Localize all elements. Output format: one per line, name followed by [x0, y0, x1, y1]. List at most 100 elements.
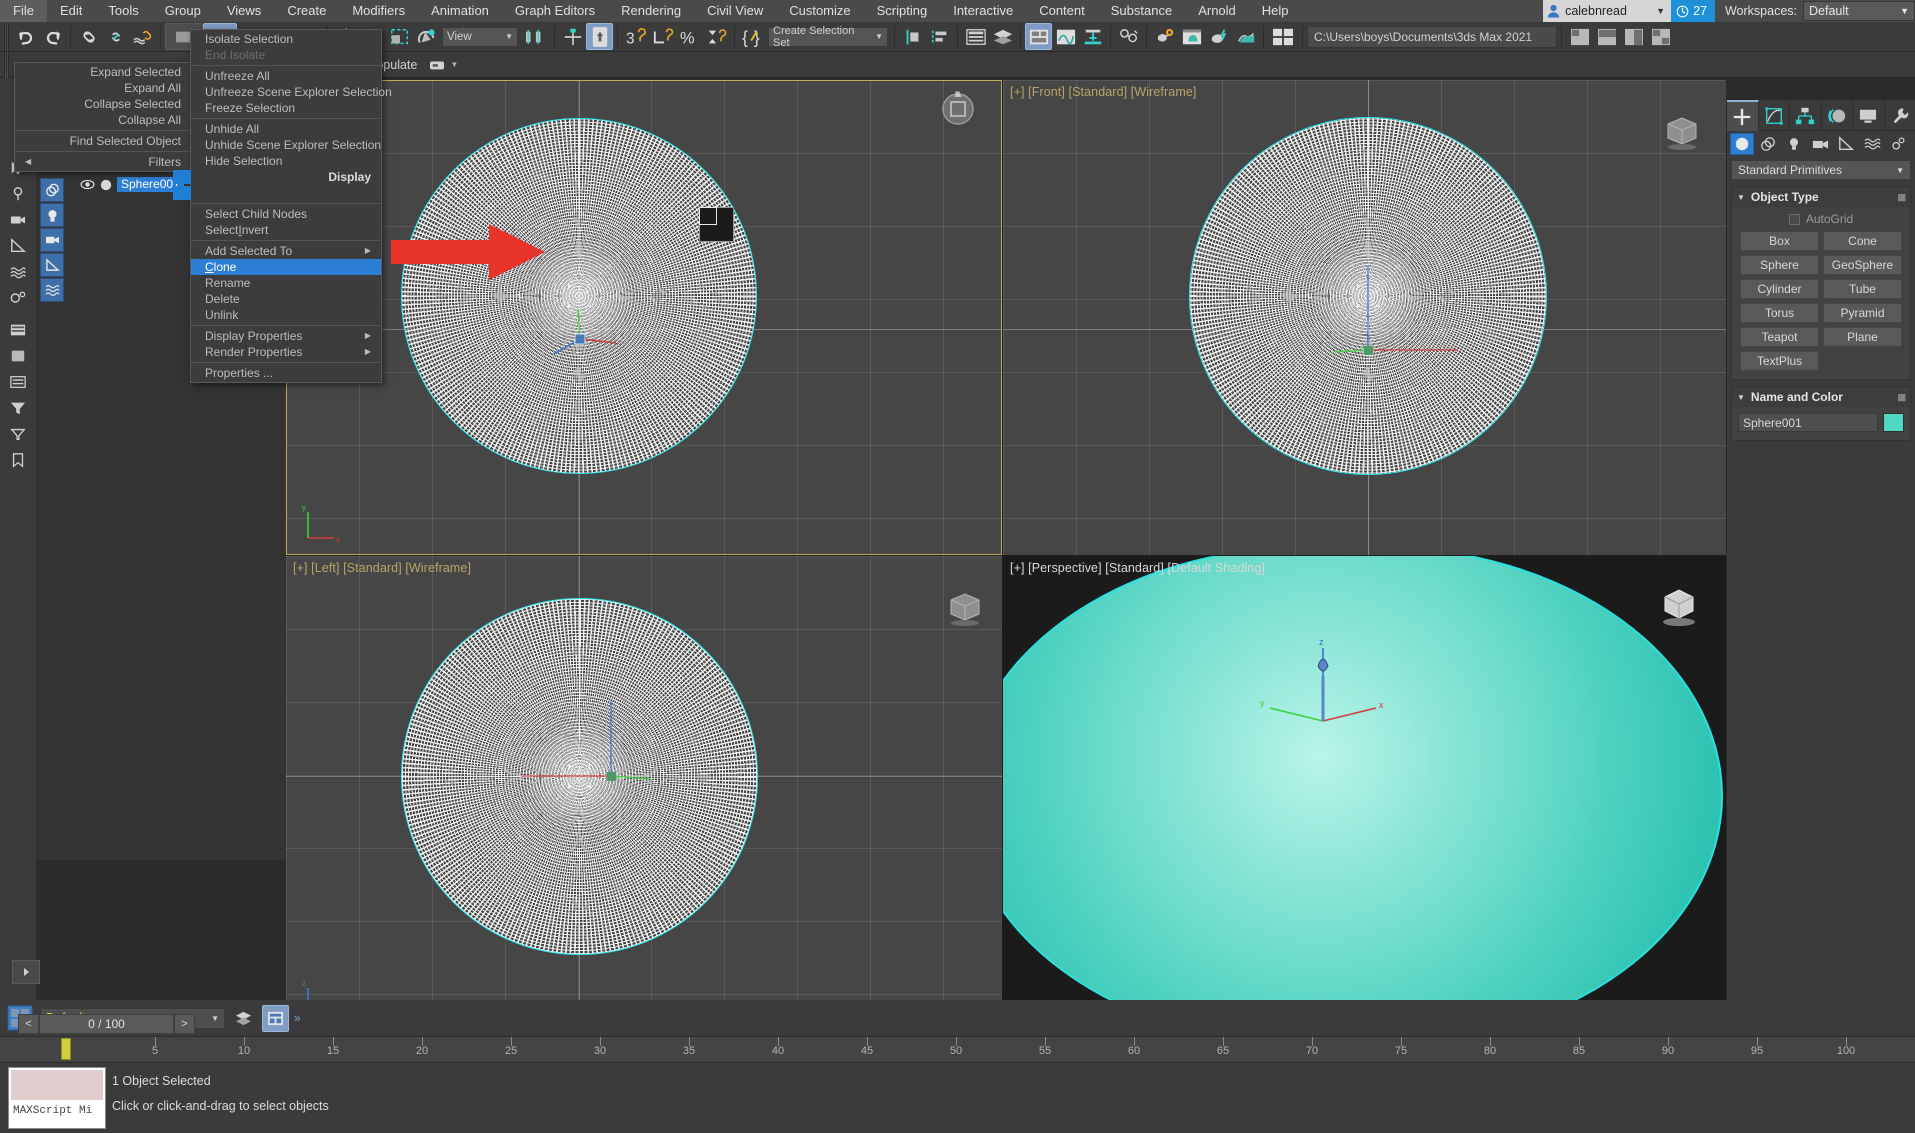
mirror-icon[interactable]	[899, 23, 926, 50]
create-sphere-button[interactable]: Sphere	[1740, 255, 1819, 275]
render-production-icon[interactable]	[1205, 23, 1232, 50]
render-activeshade-icon[interactable]	[1268, 23, 1298, 50]
transform-gizmo-perspective[interactable]: z x y	[1248, 636, 1398, 746]
camera-filter-icon[interactable]	[40, 228, 64, 252]
expand-more-icon[interactable]: »	[294, 1011, 301, 1025]
cameras-category-icon[interactable]	[1808, 133, 1832, 155]
funnel-filter-icon[interactable]	[4, 396, 32, 420]
subcategory-select[interactable]: Standard Primitives ▼	[1731, 160, 1911, 180]
menu-item-find-selected-object[interactable]: Find Selected Object	[15, 133, 193, 149]
viewport-label-front[interactable]: [+] [Front] [Standard] [Wireframe]	[1010, 85, 1196, 99]
menu-item-delete[interactable]: Delete	[191, 291, 381, 307]
menu-item-isolate-selection[interactable]: Isolate Selection	[191, 31, 381, 47]
render-iterative-icon[interactable]	[1232, 23, 1259, 50]
menu-item-select-child-nodes[interactable]: Select Child Nodes	[191, 206, 381, 222]
object-type-rollout-header[interactable]: ▼ Object Type ▦	[1732, 187, 1910, 207]
display-panel-icon[interactable]	[4, 318, 32, 342]
object-name-input[interactable]: Sphere001	[1738, 413, 1878, 432]
utilities-tab[interactable]	[1885, 100, 1915, 131]
bookmark-icon[interactable]	[4, 448, 32, 472]
maxscript-output-pane[interactable]	[11, 1070, 103, 1100]
view-cube-left[interactable]	[941, 586, 985, 630]
shapes-category-icon[interactable]	[1756, 133, 1780, 155]
menu-item-unhide-scene-explorer-selection[interactable]: Unhide Scene Explorer Selection	[191, 137, 381, 153]
chevron-down-icon[interactable]: ▼	[1737, 193, 1745, 202]
menu-item-add-selected-to[interactable]: Add Selected To ▶	[191, 243, 381, 259]
menu-item-display-properties[interactable]: Display Properties ▶	[191, 328, 381, 344]
menu-item-animation[interactable]: Animation	[418, 0, 502, 22]
create-plane-button[interactable]: Plane	[1823, 327, 1902, 347]
autogrid-row[interactable]: AutoGrid	[1740, 212, 1902, 226]
viewport-layout-4-icon[interactable]	[1647, 23, 1674, 50]
autogrid-checkbox[interactable]	[1788, 213, 1800, 225]
eye-visibility-icon[interactable]	[80, 179, 95, 190]
geometry-category-icon[interactable]	[1730, 133, 1754, 155]
expand-panel-icon[interactable]	[12, 960, 40, 984]
transform-gizmo-left[interactable]	[486, 696, 686, 826]
pin-stack-icon[interactable]	[4, 182, 32, 206]
menu-item-substance[interactable]: Substance	[1098, 0, 1185, 22]
maxscript-mini-listener[interactable]: MAXScript Mi	[8, 1067, 106, 1129]
measure-tool-icon[interactable]	[4, 234, 32, 258]
menu-item-content[interactable]: Content	[1026, 0, 1098, 22]
viewport-label-perspective[interactable]: [+] [Perspective] [Standard] [Default Sh…	[1010, 561, 1265, 575]
select-and-scale-icon[interactable]	[386, 23, 413, 50]
select-and-place-icon[interactable]	[413, 23, 440, 50]
viewport-front[interactable]: [+] [Front] [Standard] [Wireframe]	[1003, 80, 1726, 555]
create-box-button[interactable]: Box	[1740, 231, 1819, 251]
spacewarp-filter-icon[interactable]	[40, 278, 64, 302]
lights-category-icon[interactable]	[1782, 133, 1806, 155]
menu-item-clone[interactable]: Clone	[191, 259, 381, 275]
chevron-down-icon[interactable]: ▼	[1896, 166, 1904, 175]
menu-item-modifiers[interactable]: Modifiers	[339, 0, 418, 22]
spinner-snap-toggle-icon[interactable]	[703, 23, 730, 50]
create-cylinder-button[interactable]: Cylinder	[1740, 279, 1819, 299]
systems-category-icon[interactable]	[1886, 133, 1910, 155]
hierarchy-tab[interactable]	[1790, 100, 1822, 131]
spacewarp-tool-icon[interactable]	[4, 260, 32, 284]
chevron-down-icon[interactable]: ▼	[869, 32, 883, 41]
toolbar-grip[interactable]	[4, 51, 9, 78]
viewport-layout-3-icon[interactable]	[1620, 23, 1647, 50]
time-slider-handle[interactable]	[61, 1038, 71, 1060]
viewport-left[interactable]: z y [+] [Left] [Standard] [Wireframe]	[286, 556, 1002, 1032]
menu-item-edit[interactable]: Edit	[47, 0, 95, 22]
undo-icon[interactable]	[12, 23, 39, 50]
material-editor-icon[interactable]	[1115, 23, 1142, 50]
helper-filter-icon[interactable]	[40, 253, 64, 277]
name-and-color-rollout-header[interactable]: ▼ Name and Color ▦	[1732, 387, 1910, 407]
display-tab[interactable]	[1853, 100, 1885, 131]
menu-item-properties[interactable]: Properties ...	[191, 365, 381, 381]
percent-snap-toggle-icon[interactable]: %	[676, 23, 703, 50]
previous-frame-button[interactable]: <	[18, 1014, 39, 1034]
view-cube-perspective[interactable]	[1653, 581, 1697, 626]
layer-manager-icon[interactable]	[230, 1005, 257, 1032]
menu-item-expand-all[interactable]: Expand All	[15, 80, 193, 96]
menu-item-filters[interactable]: ◀ Filters	[15, 154, 193, 170]
manage-layers-icon[interactable]	[989, 23, 1016, 50]
chevron-down-icon[interactable]: ▼	[499, 32, 513, 41]
modify-tab[interactable]	[1759, 100, 1790, 131]
use-selection-center-icon[interactable]	[559, 23, 586, 50]
create-cone-button[interactable]: Cone	[1823, 231, 1902, 251]
select-and-link-icon[interactable]	[75, 23, 102, 50]
render-setup-icon[interactable]	[1151, 23, 1178, 50]
menu-item-create[interactable]: Create	[274, 0, 339, 22]
curve-editor-icon[interactable]	[1052, 23, 1079, 50]
layer-explorer-icon[interactable]	[962, 23, 989, 50]
menu-item-unfreeze-scene-explorer-selection[interactable]: Unfreeze Scene Explorer Selection	[191, 84, 392, 100]
frame-display-field[interactable]: 0 / 100	[39, 1014, 174, 1034]
populate-browser-icon[interactable]	[423, 51, 450, 78]
transform-gizmo-top[interactable]	[548, 308, 618, 368]
menu-item-arnold[interactable]: Arnold	[1185, 0, 1249, 22]
light-filter-icon[interactable]	[40, 203, 64, 227]
schematic-view-icon[interactable]	[1079, 23, 1106, 50]
transform-gizmo-front[interactable]	[1333, 260, 1463, 390]
menu-item-civil-view[interactable]: Civil View	[694, 0, 776, 22]
view-cube-front[interactable]	[1658, 110, 1702, 154]
sort-filter-icon[interactable]	[4, 422, 32, 446]
list-panel-icon[interactable]	[4, 370, 32, 394]
track-bar[interactable]: 0 5 10 15 20 25 30 35 40 45 50 55 60 65 …	[0, 1036, 1915, 1062]
menu-item-graph-editors[interactable]: Graph Editors	[502, 0, 608, 22]
chevron-down-icon[interactable]: ▼	[1656, 6, 1665, 16]
